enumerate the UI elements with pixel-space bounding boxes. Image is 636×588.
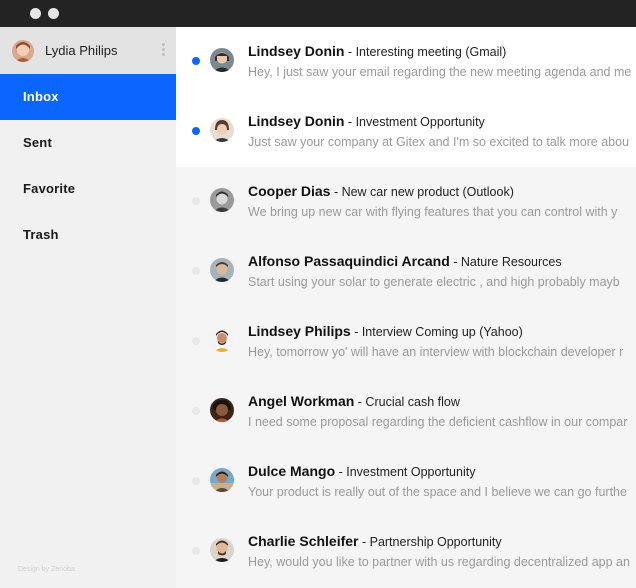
email-preview: Start using your solar to generate elect… xyxy=(248,275,620,289)
window-titlebar xyxy=(0,0,636,27)
user-profile[interactable]: Lydia Philips xyxy=(0,27,176,74)
sidebar-item-inbox[interactable]: Inbox xyxy=(0,74,176,120)
email-row[interactable]: Alfonso Passaquindici Arcand - Nature Re… xyxy=(176,237,636,307)
email-row[interactable]: Lindsey Philips - Interview Coming up (Y… xyxy=(176,307,636,377)
subject-separator: - xyxy=(449,255,461,269)
read-indicator xyxy=(192,197,200,205)
email-preview: We bring up new car with flying features… xyxy=(248,205,618,219)
email-row[interactable]: Cooper Dias - New car new product (Outlo… xyxy=(176,167,636,237)
sender-avatar xyxy=(210,328,234,352)
read-indicator xyxy=(192,407,200,415)
sidebar-item-trash[interactable]: Trash xyxy=(0,212,176,258)
sender-avatar xyxy=(210,188,234,212)
design-credit: Design by Zenoba xyxy=(18,566,75,573)
email-sender: Angel Workman xyxy=(248,393,355,409)
read-indicator xyxy=(192,477,200,485)
email-row[interactable]: Dulce Mango - Investment Opportunity You… xyxy=(176,447,636,517)
email-preview: Hey, would you like to partner with us r… xyxy=(248,555,630,569)
sender-avatar xyxy=(210,398,234,422)
sender-avatar xyxy=(210,258,234,282)
email-preview: Hey, I just saw your email regarding the… xyxy=(248,65,632,79)
window-control-dot[interactable] xyxy=(48,8,59,19)
subject-separator: - xyxy=(350,325,362,339)
subject-separator: - xyxy=(354,395,366,409)
sidebar-item-label: Sent xyxy=(23,135,52,150)
unread-indicator xyxy=(192,57,200,65)
email-subject: Investment Opportunity xyxy=(346,465,476,479)
email-sender: Dulce Mango xyxy=(248,463,336,479)
subject-separator: - xyxy=(344,45,356,59)
sender-avatar xyxy=(210,118,234,142)
subject-separator: - xyxy=(330,185,342,199)
email-row[interactable]: Charlie Schleifer - Partnership Opportun… xyxy=(176,517,636,587)
sidebar-item-label: Favorite xyxy=(23,181,76,196)
subject-separator: - xyxy=(344,115,356,129)
subject-separator: - xyxy=(358,535,370,549)
email-sender: Charlie Schleifer xyxy=(248,533,359,549)
email-subject: New car new product (Outlook) xyxy=(341,185,514,199)
email-row[interactable]: Lindsey Donin - Interesting meeting (Gma… xyxy=(176,27,636,97)
subject-separator: - xyxy=(335,465,347,479)
sidebar-item-label: Inbox xyxy=(23,89,59,104)
email-preview: Hey, tomorrow yo' will have an interview… xyxy=(248,345,624,359)
sidebar-item-label: Trash xyxy=(23,227,59,242)
email-subject: Investment Opportunity xyxy=(355,115,485,129)
sidebar: Lydia Philips Inbox Sent Favorite Trash … xyxy=(0,27,176,588)
email-row[interactable]: Lindsey Donin - Investment Opportunity J… xyxy=(176,97,636,167)
email-preview: Your product is really out of the space … xyxy=(248,485,627,499)
read-indicator xyxy=(192,267,200,275)
email-subject: Partnership Opportunity xyxy=(369,535,502,549)
user-name: Lydia Philips xyxy=(45,43,118,58)
email-preview: Just saw your company at Gitex and I'm s… xyxy=(248,135,630,149)
sender-avatar xyxy=(210,468,234,492)
user-avatar[interactable] xyxy=(12,40,34,62)
email-subject: Interview Coming up (Yahoo) xyxy=(361,325,523,339)
email-preview: I need some proposal regarding the defic… xyxy=(248,415,628,429)
email-sender: Cooper Dias xyxy=(248,183,331,199)
window-control-dot[interactable] xyxy=(30,8,41,19)
read-indicator xyxy=(192,547,200,555)
email-list: Lindsey Donin - Interesting meeting (Gma… xyxy=(176,27,636,588)
sidebar-item-sent[interactable]: Sent xyxy=(0,120,176,166)
more-options-icon[interactable] xyxy=(162,43,166,59)
read-indicator xyxy=(192,337,200,345)
email-sender: Lindsey Philips xyxy=(248,323,351,339)
email-sender: Lindsey Donin xyxy=(248,113,345,129)
email-subject: Nature Resources xyxy=(460,255,562,269)
sender-avatar xyxy=(210,48,234,72)
unread-indicator xyxy=(192,127,200,135)
sidebar-item-favorite[interactable]: Favorite xyxy=(0,166,176,212)
email-row[interactable]: Angel Workman - Crucial cash flow I need… xyxy=(176,377,636,447)
email-sender: Alfonso Passaquindici Arcand xyxy=(248,253,450,269)
email-subject: Crucial cash flow xyxy=(365,395,460,409)
sender-avatar xyxy=(210,538,234,562)
email-subject: Interesting meeting (Gmail) xyxy=(355,45,507,59)
email-sender: Lindsey Donin xyxy=(248,43,345,59)
